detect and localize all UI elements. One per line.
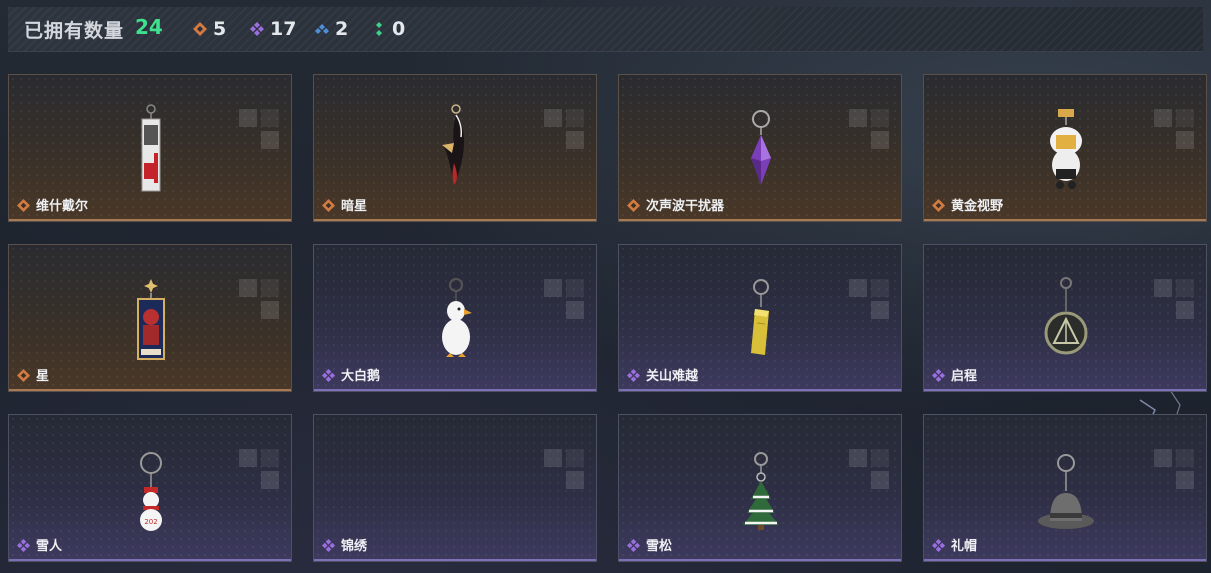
charm-card[interactable]: 202 雪人 — [8, 414, 292, 562]
orange-rarity-icon — [17, 369, 30, 382]
orange-rarity-icon — [322, 199, 335, 212]
card-decoration — [1154, 109, 1194, 149]
charm-card[interactable]: 锦绣 — [313, 414, 597, 562]
purple-diamond-icon — [250, 22, 264, 36]
item-name: 锦绣 — [341, 539, 368, 554]
purple-rarity-icon — [322, 539, 335, 552]
item-name: 礼帽 — [951, 539, 978, 554]
charm-card[interactable]: 关山难越 — [618, 244, 902, 392]
purple-rarity-icon — [627, 369, 640, 382]
card-decoration — [1154, 279, 1194, 319]
dark-star-charm-icon — [442, 104, 465, 185]
owned-count-value: 24 — [135, 15, 163, 39]
owned-count-label: 已拥有数量 — [24, 20, 125, 42]
purple-rarity-icon — [627, 539, 640, 552]
medal-charm-icon — [1044, 277, 1088, 355]
card-decoration — [239, 449, 279, 489]
green-dots-icon — [376, 22, 382, 36]
orange-diamond-icon — [193, 22, 207, 36]
star-card-charm-icon — [137, 279, 165, 360]
item-name: 维什戴尔 — [36, 199, 89, 214]
green-rarity-count: 0 — [374, 17, 405, 41]
purple-crystal-charm-icon — [751, 110, 771, 185]
orange-rarity-icon — [627, 199, 640, 212]
charm-card[interactable]: 次声波干扰器 — [618, 74, 902, 222]
card-decoration — [849, 109, 889, 149]
blue-rarity-count: 2 — [315, 17, 348, 41]
purple-rarity-icon — [322, 369, 335, 382]
item-name: 雪松 — [646, 539, 673, 554]
charm-card[interactable]: 启程 — [923, 244, 1207, 392]
purple-rarity-icon — [17, 539, 30, 552]
charm-card[interactable]: 暗星 — [313, 74, 597, 222]
blue-count-value: 2 — [335, 18, 349, 40]
card-decoration — [849, 449, 889, 489]
card-decoration — [1154, 449, 1194, 489]
charm-card[interactable]: 大白鹅 — [313, 244, 597, 392]
charm-card[interactable]: 礼帽 — [923, 414, 1207, 562]
card-decoration — [544, 449, 584, 489]
item-name: 星 — [36, 369, 50, 384]
item-name: 暗星 — [341, 199, 368, 214]
gold-bar-charm-icon — [751, 279, 769, 355]
card-decoration — [239, 109, 279, 149]
orange-rarity-icon — [932, 199, 945, 212]
item-name: 雪人 — [36, 539, 63, 554]
purple-count-value: 17 — [270, 18, 297, 40]
fedora-hat-charm-icon — [1038, 454, 1094, 529]
card-decoration — [544, 109, 584, 149]
green-count-value: 0 — [392, 18, 406, 40]
svg-text:202: 202 — [144, 518, 157, 526]
orange-rarity-count: 5 — [193, 17, 226, 41]
card-decoration — [239, 279, 279, 319]
card-charm-icon — [141, 104, 161, 192]
item-name: 次声波干扰器 — [646, 199, 725, 214]
item-name: 黄金视野 — [951, 199, 1004, 214]
item-name: 关山难越 — [646, 369, 699, 384]
white-goose-charm-icon — [442, 278, 472, 357]
orange-rarity-icon — [17, 199, 30, 212]
purple-rarity-count: 17 — [250, 17, 296, 41]
blue-diamond-icon — [315, 24, 329, 34]
purple-rarity-icon — [932, 539, 945, 552]
item-name: 大白鹅 — [341, 369, 381, 384]
snow-pine-charm-icon — [743, 452, 779, 530]
purple-rarity-icon — [932, 369, 945, 382]
card-decoration — [544, 279, 584, 319]
orange-count-value: 5 — [213, 18, 227, 40]
charm-card[interactable]: 雪松 — [618, 414, 902, 562]
snowman-charm-icon: 202 — [140, 452, 162, 531]
golden-figure-charm-icon — [1050, 109, 1082, 189]
card-decoration — [849, 279, 889, 319]
charm-card[interactable]: 维什戴尔 — [8, 74, 292, 222]
owned-summary-bar: 已拥有数量 24 5 17 2 0 — [8, 7, 1203, 52]
item-name: 启程 — [951, 369, 978, 384]
charm-card[interactable]: 黄金视野 — [923, 74, 1207, 222]
charm-card[interactable]: 星 — [8, 244, 292, 392]
